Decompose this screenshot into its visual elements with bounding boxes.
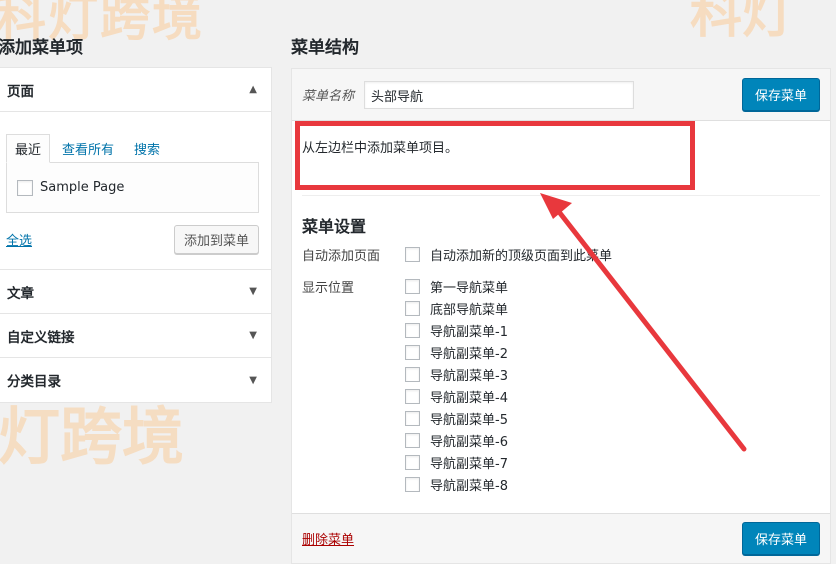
location-label: 导航副菜单-6 xyxy=(430,435,508,450)
collapse-arrow-icon[interactable]: ▲ xyxy=(249,84,257,95)
location-option[interactable]: 导航副菜单-4 xyxy=(405,387,508,406)
location-option[interactable]: 导航副菜单-5 xyxy=(405,409,508,428)
add-menu-items-panel: 页面 ▲ 最近 查看所有 搜索 Sample Page 全选 添加到菜单 文章 … xyxy=(0,67,272,403)
accordion-custom-links[interactable]: 自定义链接 ▼ xyxy=(0,314,271,358)
accordion-title: 自定义链接 xyxy=(7,329,75,346)
location-label: 底部导航菜单 xyxy=(430,303,509,318)
menu-name-label: 菜单名称 xyxy=(302,89,355,104)
location-label: 导航副菜单-2 xyxy=(430,347,508,362)
location-option[interactable]: 导航副菜单-7 xyxy=(405,453,508,472)
accordion-categories[interactable]: 分类目录 ▼ xyxy=(0,358,271,402)
location-option[interactable]: 导航副菜单-6 xyxy=(405,431,508,450)
accordion-title: 分类目录 xyxy=(7,374,61,390)
location-checkbox[interactable] xyxy=(405,301,420,316)
expand-arrow-icon[interactable]: ▼ xyxy=(249,375,257,386)
location-label: 导航副菜单-7 xyxy=(430,457,508,472)
tab-recent[interactable]: 最近 xyxy=(6,134,51,163)
location-option[interactable]: 导航副菜单-8 xyxy=(405,475,508,494)
auto-add-checkbox[interactable] xyxy=(405,247,420,262)
watermark: 科灯 xyxy=(690,0,795,45)
location-checkbox[interactable] xyxy=(405,389,420,404)
accordion-title: 页面 xyxy=(7,83,34,100)
menu-footer: 删除菜单 保存菜单 xyxy=(292,513,830,563)
menu-structure-panel: 菜单名称 头部导航 保存菜单 从左边栏中添加菜单项目。 菜单设置 自动添加页面 … xyxy=(291,68,831,564)
location-label: 导航副菜单-4 xyxy=(430,391,508,406)
accordion-pages[interactable]: 页面 ▲ xyxy=(0,68,271,112)
location-checkbox[interactable] xyxy=(405,345,420,360)
add-to-menu-button[interactable]: 添加到菜单 xyxy=(173,225,259,254)
location-checkbox[interactable] xyxy=(405,279,420,294)
accordion-title: 文章 xyxy=(7,285,34,302)
auto-add-option[interactable]: 自动添加新的顶级页面到此菜单 xyxy=(405,245,612,264)
menu-name-input[interactable]: 头部导航 xyxy=(364,80,635,109)
accordion-posts[interactable]: 文章 ▼ xyxy=(0,270,271,314)
page-list: Sample Page xyxy=(6,162,259,213)
expand-arrow-icon[interactable]: ▼ xyxy=(249,286,257,297)
location-option[interactable]: 第一导航菜单 xyxy=(405,277,508,296)
menu-structure-heading: 菜单结构 xyxy=(291,38,359,58)
location-option[interactable]: 导航副菜单-2 xyxy=(405,343,508,362)
location-label: 导航副菜单-5 xyxy=(430,413,508,428)
location-checkbox[interactable] xyxy=(405,411,420,426)
save-menu-button[interactable]: 保存菜单 xyxy=(741,522,820,555)
select-all-link[interactable]: 全选 xyxy=(6,230,32,249)
location-label: 导航副菜单-3 xyxy=(430,369,508,384)
display-location-label: 显示位置 xyxy=(302,281,355,296)
location-checkbox[interactable] xyxy=(405,455,420,470)
location-label: 第一导航菜单 xyxy=(430,281,509,296)
location-checkbox[interactable] xyxy=(405,323,420,338)
location-checkbox[interactable] xyxy=(405,477,420,492)
menu-settings-heading: 菜单设置 xyxy=(302,217,367,236)
tab-search[interactable]: 搜索 xyxy=(126,135,168,162)
location-option[interactable]: 导航副菜单-3 xyxy=(405,365,508,384)
page-checkbox[interactable] xyxy=(17,179,33,196)
annotation-highlight-box xyxy=(295,121,695,190)
divider xyxy=(302,195,820,196)
add-menu-items-heading: 添加菜单项 xyxy=(0,38,83,58)
location-label: 导航副菜单-8 xyxy=(430,479,508,494)
pages-panel: 最近 查看所有 搜索 Sample Page 全选 添加到菜单 xyxy=(0,112,271,270)
save-menu-button[interactable]: 保存菜单 xyxy=(741,78,820,111)
location-label: 导航副菜单-1 xyxy=(430,325,508,340)
location-checkbox[interactable] xyxy=(405,367,420,382)
auto-add-pages-label: 自动添加页面 xyxy=(302,249,381,264)
location-option[interactable]: 底部导航菜单 xyxy=(405,299,508,318)
page-item-label: Sample Page xyxy=(40,180,125,195)
tab-view-all[interactable]: 查看所有 xyxy=(54,135,122,162)
location-option[interactable]: 导航副菜单-1 xyxy=(405,321,508,340)
pages-tabs: 最近 查看所有 搜索 xyxy=(6,134,259,163)
expand-arrow-icon[interactable]: ▼ xyxy=(249,330,257,341)
auto-add-option-label: 自动添加新的顶级页面到此菜单 xyxy=(430,249,613,264)
delete-menu-link[interactable]: 删除菜单 xyxy=(302,529,354,548)
menu-header: 菜单名称 头部导航 保存菜单 xyxy=(292,69,830,121)
location-checkbox[interactable] xyxy=(405,433,420,448)
